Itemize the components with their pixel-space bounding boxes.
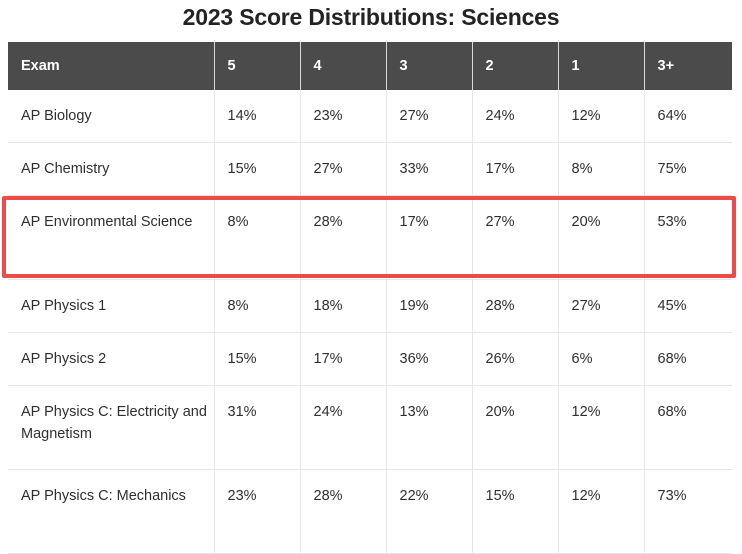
cell-score-4: 24% [300, 385, 387, 470]
cell-score-5: 15% [214, 142, 301, 196]
column-header-1[interactable]: 1 [558, 42, 645, 90]
cell-score-4: 18% [300, 279, 387, 333]
cell-score-1: 20% [558, 195, 645, 280]
table-header: Exam 5 4 3 2 1 3+ [8, 42, 732, 90]
cell-score-3plus: 75% [644, 142, 732, 196]
cell-score-2: 26% [472, 332, 559, 386]
cell-score-3plus: 68% [644, 332, 732, 386]
cell-score-3: 17% [386, 195, 473, 280]
cell-score-3: 33% [386, 142, 473, 196]
table-header-row: Exam 5 4 3 2 1 3+ [8, 42, 732, 90]
score-distribution-table: Exam 5 4 3 2 1 3+ AP Biology 14% 23% 27%… [8, 42, 732, 554]
cell-score-1: 12% [558, 469, 645, 554]
table-row[interactable]: AP Physics 1 8% 18% 19% 28% 27% 45% [8, 279, 732, 333]
cell-score-3plus: 45% [644, 279, 732, 333]
score-table-container: Exam 5 4 3 2 1 3+ AP Biology 14% 23% 27%… [8, 42, 732, 554]
cell-score-3plus: 68% [644, 385, 732, 470]
cell-score-4: 17% [300, 332, 387, 386]
cell-score-4: 28% [300, 469, 387, 554]
column-header-3[interactable]: 3 [386, 42, 473, 90]
column-header-exam[interactable]: Exam [8, 42, 215, 90]
column-header-4[interactable]: 4 [300, 42, 387, 90]
cell-exam-name: AP Physics C: Mechanics [8, 469, 215, 554]
score-distribution-page: 2023 Score Distributions: Sciences Exam … [0, 0, 742, 554]
table-row[interactable]: AP Physics C: Mechanics 23% 28% 22% 15% … [8, 469, 732, 554]
column-header-3plus[interactable]: 3+ [644, 42, 732, 90]
cell-score-5: 8% [214, 279, 301, 333]
cell-score-4: 27% [300, 142, 387, 196]
table-row[interactable]: AP Physics C: Electricity and Magnetism … [8, 385, 732, 470]
cell-score-2: 24% [472, 90, 559, 143]
cell-score-2: 17% [472, 142, 559, 196]
column-header-5[interactable]: 5 [214, 42, 301, 90]
cell-exam-name: AP Physics C: Electricity and Magnetism [8, 385, 215, 470]
cell-score-5: 14% [214, 90, 301, 143]
cell-score-3: 13% [386, 385, 473, 470]
cell-score-5: 15% [214, 332, 301, 386]
cell-score-1: 8% [558, 142, 645, 196]
cell-score-3: 19% [386, 279, 473, 333]
cell-score-2: 28% [472, 279, 559, 333]
cell-score-2: 15% [472, 469, 559, 554]
cell-score-3plus: 53% [644, 195, 732, 280]
cell-score-4: 28% [300, 195, 387, 280]
cell-exam-name: AP Physics 1 [8, 279, 215, 333]
cell-score-5: 8% [214, 195, 301, 280]
cell-exam-name: AP Environmental Science [8, 195, 215, 280]
cell-score-3: 36% [386, 332, 473, 386]
cell-score-3plus: 64% [644, 90, 732, 143]
table-row[interactable]: AP Physics 2 15% 17% 36% 26% 6% 68% [8, 332, 732, 386]
page-title: 2023 Score Distributions: Sciences [182, 4, 560, 30]
cell-score-1: 12% [558, 90, 645, 143]
cell-score-4: 23% [300, 90, 387, 143]
cell-score-1: 27% [558, 279, 645, 333]
cell-score-3plus: 73% [644, 469, 732, 554]
table-row[interactable]: AP Biology 14% 23% 27% 24% 12% 64% [8, 90, 732, 143]
cell-score-5: 23% [214, 469, 301, 554]
column-header-2[interactable]: 2 [472, 42, 559, 90]
table-body: AP Biology 14% 23% 27% 24% 12% 64% AP Ch… [8, 90, 732, 554]
cell-score-2: 20% [472, 385, 559, 470]
cell-score-3: 27% [386, 90, 473, 143]
cell-exam-name: AP Chemistry [8, 142, 215, 196]
cell-score-1: 12% [558, 385, 645, 470]
cell-score-1: 6% [558, 332, 645, 386]
cell-score-2: 27% [472, 195, 559, 280]
table-row-highlighted[interactable]: AP Environmental Science 8% 28% 17% 27% … [8, 195, 732, 280]
table-row[interactable]: AP Chemistry 15% 27% 33% 17% 8% 75% [8, 142, 732, 196]
cell-score-5: 31% [214, 385, 301, 470]
cell-exam-name: AP Biology [8, 90, 215, 143]
cell-score-3: 22% [386, 469, 473, 554]
cell-exam-name: AP Physics 2 [8, 332, 215, 386]
